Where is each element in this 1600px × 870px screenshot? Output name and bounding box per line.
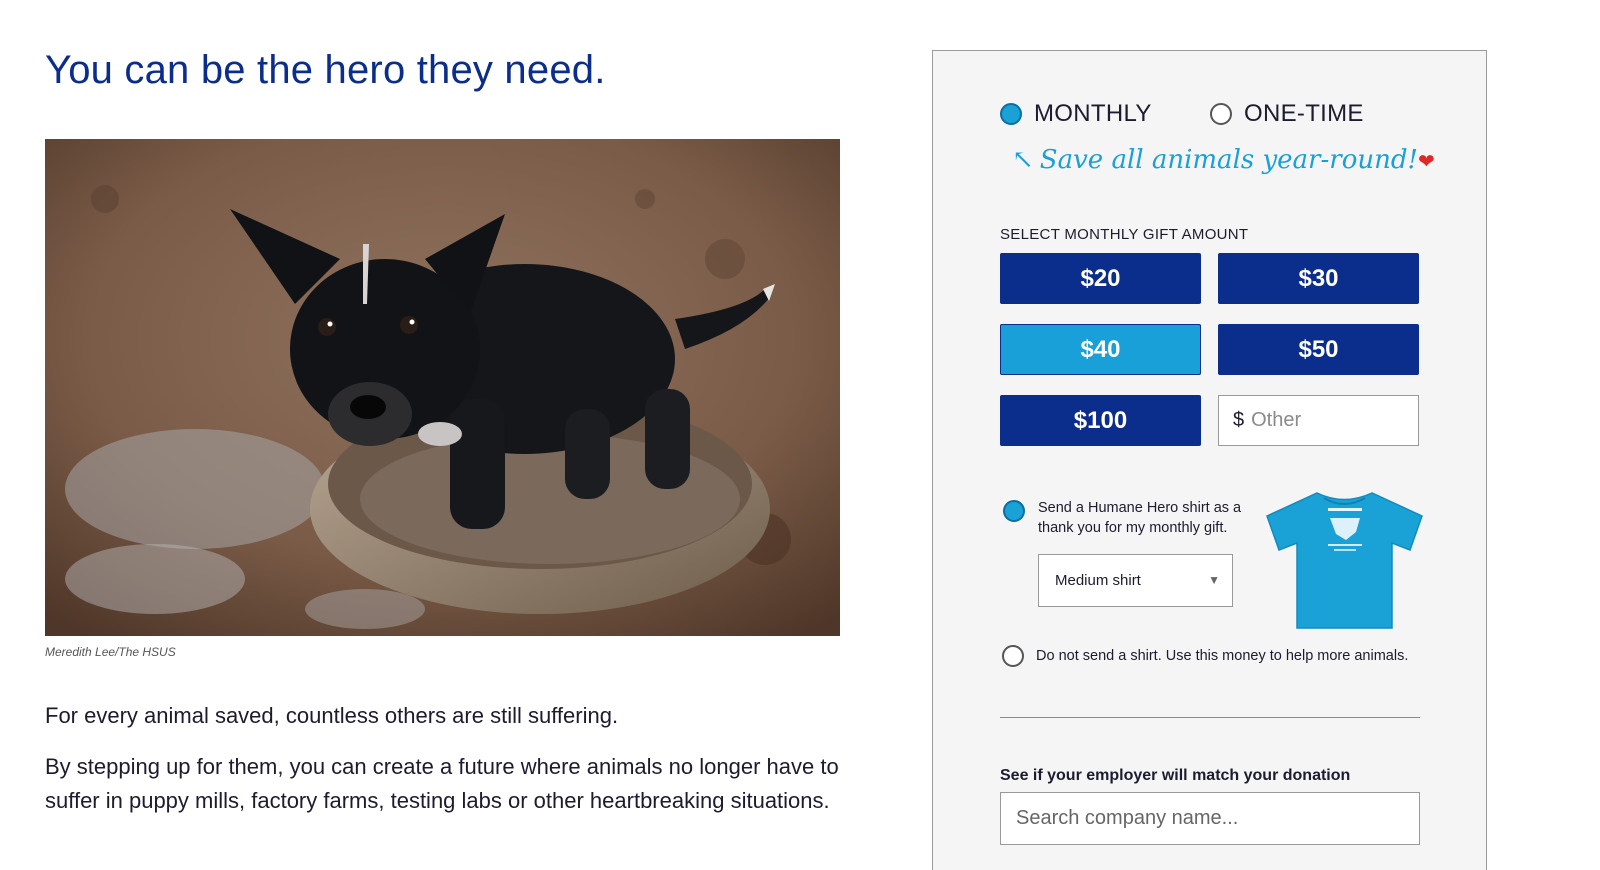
onetime-label: ONE-TIME: [1244, 100, 1364, 127]
donation-page: You can be the hero they need. Meredith …: [0, 0, 1600, 870]
page-headline: You can be the hero they need.: [45, 48, 606, 92]
no-shirt-radio[interactable]: [1002, 645, 1024, 667]
body-paragraph-2: By stepping up for them, you can create …: [45, 754, 839, 813]
no-shirt-option[interactable]: Do not send a shirt. Use this money to h…: [1002, 645, 1408, 667]
currency-symbol: $: [1233, 409, 1245, 431]
company-search-input[interactable]: [1000, 792, 1420, 845]
tagline-text: Save all animals year-round!: [1039, 145, 1418, 175]
frequency-onetime-option[interactable]: ONE-TIME: [1210, 100, 1364, 128]
amount-button-40[interactable]: $40: [1000, 324, 1201, 375]
curved-arrow-icon: ↖: [1012, 145, 1034, 175]
monthly-tagline: ↖ Save all animals year-round!❤: [1012, 145, 1435, 175]
gift-amount-title: SELECT MONTHLY GIFT AMOUNT: [1000, 226, 1249, 243]
other-amount-input[interactable]: [1249, 408, 1404, 433]
no-shirt-label: Do not send a shirt. Use this money to h…: [1036, 648, 1409, 664]
amount-button-100[interactable]: $100: [1000, 395, 1201, 446]
puppy-photo: [45, 139, 840, 636]
shirt-option[interactable]: Send a Humane Hero shirt as a thank you …: [1003, 498, 1258, 538]
shirt-size-value: Medium shirt: [1055, 572, 1141, 589]
employer-match-title: See if your employer will match your don…: [1000, 767, 1351, 784]
shirt-size-select[interactable]: Medium shirt ▼: [1038, 554, 1233, 607]
shirt-option-label: Send a Humane Hero shirt as a thank you …: [1038, 500, 1242, 536]
amount-button-20[interactable]: $20: [1000, 253, 1201, 304]
photo-credit: Meredith Lee/The HSUS: [45, 645, 176, 659]
amount-button-30[interactable]: $30: [1218, 253, 1419, 304]
chevron-down-icon: ▼: [1208, 573, 1220, 587]
monthly-radio[interactable]: [1000, 103, 1022, 125]
section-divider: [1000, 717, 1420, 718]
monthly-label: MONTHLY: [1034, 100, 1152, 127]
body-paragraph-1: For every animal saved, countless others…: [45, 703, 619, 728]
onetime-radio[interactable]: [1210, 103, 1232, 125]
shirt-radio[interactable]: [1003, 500, 1025, 522]
heart-icon: ❤: [1417, 149, 1435, 173]
frequency-monthly-option[interactable]: MONTHLY: [1000, 100, 1152, 128]
other-amount-field[interactable]: $: [1218, 395, 1419, 446]
amount-button-50[interactable]: $50: [1218, 324, 1419, 375]
tshirt-image: [1262, 488, 1427, 638]
